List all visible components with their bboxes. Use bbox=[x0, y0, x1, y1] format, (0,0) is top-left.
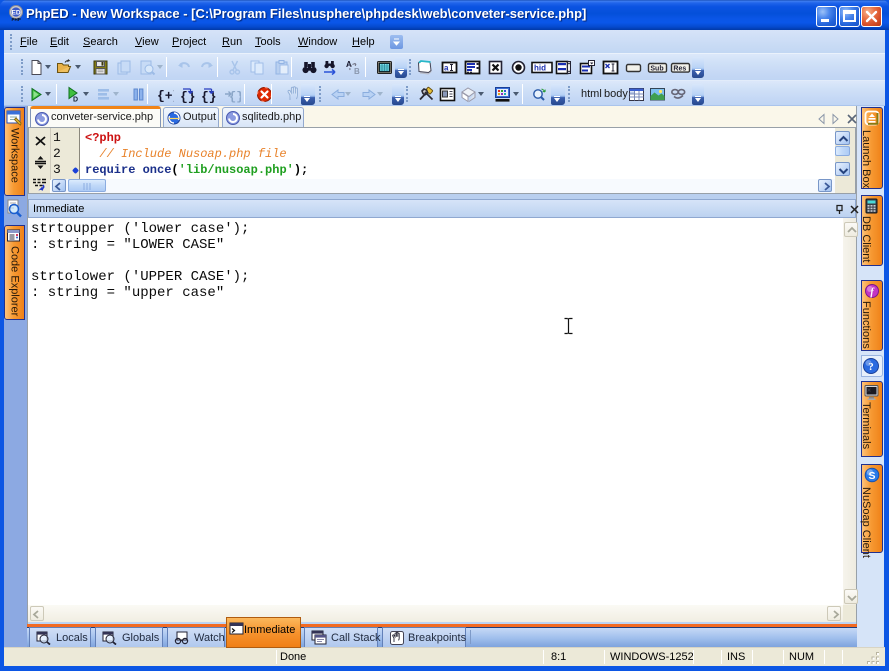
svg-text:D: D bbox=[73, 97, 78, 104]
svg-text:ED: ED bbox=[11, 10, 20, 17]
svg-text:{}: {} bbox=[201, 90, 217, 104]
svg-text:A: A bbox=[346, 60, 352, 69]
svg-text:Sub: Sub bbox=[650, 65, 663, 72]
svg-text:Res: Res bbox=[673, 65, 686, 72]
svg-text:B: B bbox=[354, 67, 360, 76]
svg-text:a: a bbox=[444, 64, 449, 73]
svg-text:{}: {} bbox=[229, 90, 241, 103]
svg-text:PHP: PHP bbox=[12, 17, 21, 22]
svg-text:S: S bbox=[868, 470, 875, 482]
svg-text:{+}: {+} bbox=[157, 89, 174, 104]
svg-text:?: ? bbox=[868, 361, 874, 373]
svg-text:hid: hid bbox=[534, 64, 546, 73]
svg-text:{}: {} bbox=[180, 90, 196, 104]
